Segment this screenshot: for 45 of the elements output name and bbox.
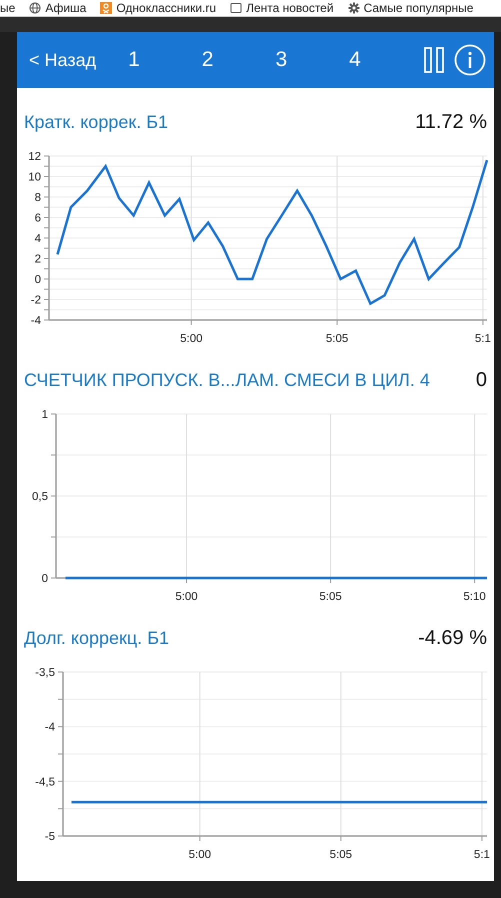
axis-label: 5:05: [330, 849, 352, 861]
axis-label: 5:00: [175, 591, 198, 603]
chart-title: Долг. коррекц. Б1: [24, 628, 170, 648]
axis-label: -4: [30, 315, 41, 327]
info-icon[interactable]: [454, 44, 486, 76]
globe-icon: [29, 2, 42, 14]
axis-label: 2: [34, 254, 41, 266]
axis-label: 6: [34, 212, 41, 224]
page-tab[interactable]: 3: [275, 44, 288, 76]
pause-icon[interactable]: [424, 47, 444, 73]
axis-label: 0,5: [32, 491, 48, 503]
axis-label: 0: [34, 274, 41, 286]
page-tab[interactable]: 4: [349, 44, 361, 76]
axis-label: 5:10: [463, 591, 486, 603]
axis-label: -3,5: [35, 667, 55, 679]
axis-label: 5:1: [474, 849, 490, 861]
axis-label: 12: [28, 151, 41, 163]
chart-title: Кратк. коррек. Б1: [24, 112, 168, 132]
axis-label: 4: [34, 233, 41, 245]
chart-title: СЧЕТЧИК ПРОПУСК. В...ЛАМ. СМЕСИ В ЦИЛ. 4: [24, 370, 430, 390]
current-value: 0: [476, 368, 487, 392]
current-value: 11.72 %: [415, 110, 487, 134]
axis-label: -4,5: [35, 776, 55, 788]
bookmark-link[interactable]: Одноклассники.ru: [116, 1, 216, 15]
axis-label: 1: [42, 409, 48, 421]
axis-label: 8: [34, 192, 41, 204]
bookmark-link[interactable]: Самые популярные: [364, 1, 474, 15]
axis-label: 5:00: [188, 849, 212, 861]
axis-label: 10: [28, 172, 41, 184]
axis-label: -5: [44, 831, 55, 843]
axis-label: -2: [30, 294, 41, 306]
bookmark-link[interactable]: ые: [0, 1, 16, 15]
axis-label: 5:00: [180, 333, 202, 345]
page-icon: [230, 2, 242, 14]
bookmark-link[interactable]: Афиша: [45, 1, 86, 15]
current-value: -4.69 %: [418, 626, 487, 650]
axis-label: 5:1: [474, 333, 491, 345]
axis-label: 5:05: [326, 333, 348, 345]
axis-label: -4: [44, 722, 55, 734]
bookmark-link[interactable]: Лента новостей: [246, 1, 334, 15]
page-tab[interactable]: 1: [128, 44, 140, 76]
axis-label: 0: [42, 573, 48, 585]
axis-label: 5:05: [319, 591, 342, 603]
back-button[interactable]: < Назад: [27, 46, 98, 74]
page-tab[interactable]: 2: [202, 44, 214, 76]
